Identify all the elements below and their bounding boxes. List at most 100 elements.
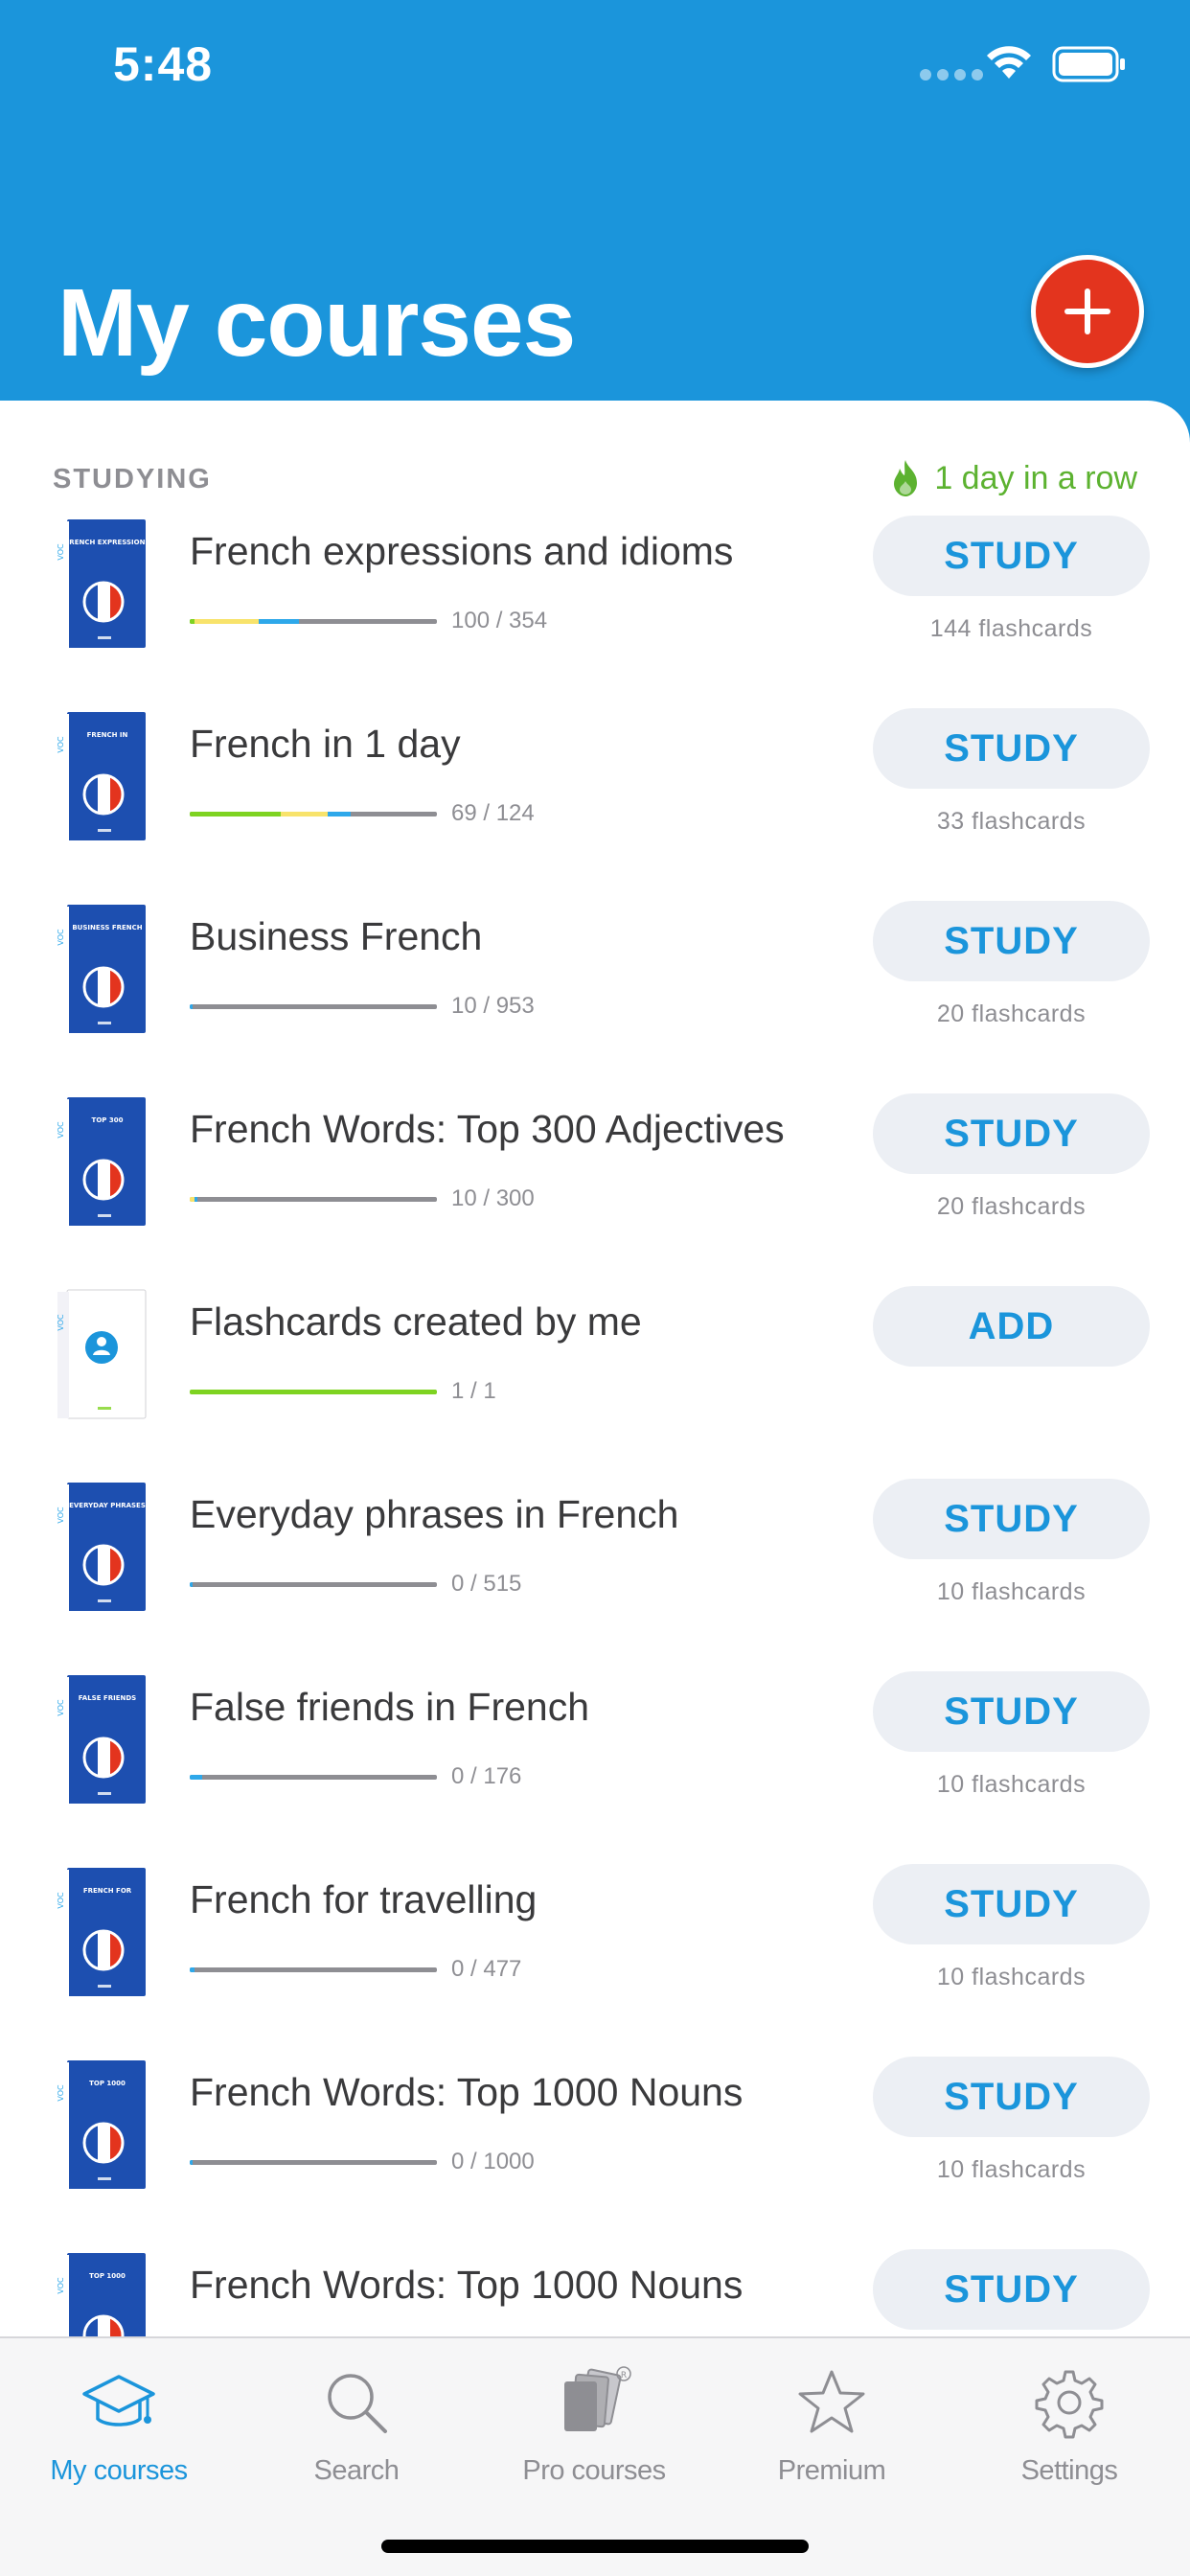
- progress-new-segment: [190, 1967, 195, 1972]
- progress-bar: [190, 1775, 437, 1780]
- book-caption: EVERYDAY PHRASES: [69, 1502, 146, 1509]
- flashcards-count: 20 flashcards: [936, 1000, 1087, 1027]
- book-caption: FRENCH IN: [87, 731, 128, 739]
- progress-count: 10 / 300: [451, 1185, 535, 1211]
- tab-pro-courses[interactable]: R Pro courses: [475, 2338, 713, 2501]
- add-flashcard-button[interactable]: ADD: [873, 1286, 1150, 1367]
- progress-count: 0 / 176: [451, 1763, 522, 1789]
- progress-count: 10 / 953: [451, 993, 535, 1019]
- tab-settings[interactable]: Settings: [950, 2338, 1188, 2501]
- flashcards-count: 33 flashcards: [936, 808, 1087, 835]
- star-icon: [798, 2370, 865, 2433]
- course-cover-image: VOC TOP 1000: [57, 2060, 146, 2189]
- progress-reviewing-segment: [281, 812, 329, 816]
- course-title: French expressions and idioms: [190, 529, 734, 573]
- progress-count: 100 / 354: [451, 608, 548, 633]
- flashcards-count: 144 flashcards: [929, 615, 1093, 642]
- progress-bar: [190, 1390, 437, 1394]
- course-row[interactable]: VOC Flashcards created by me 1 / 1 ADD: [0, 1278, 1190, 1471]
- tab-label: My courses: [50, 2455, 188, 2486]
- cellular-signal-icon: [920, 69, 983, 80]
- tab-search[interactable]: Search: [238, 2338, 475, 2501]
- course-title: French in 1 day: [190, 722, 461, 766]
- study-button[interactable]: STUDY: [873, 1479, 1150, 1559]
- course-row[interactable]: VOC EVERYDAY PHRASES Everyday phrases in…: [0, 1471, 1190, 1664]
- progress-count: 0 / 1000: [451, 2149, 535, 2174]
- streak-indicator: 1 day in a row: [890, 458, 1137, 498]
- tab-label: Premium: [777, 2455, 886, 2486]
- progress-bar: [190, 1197, 437, 1202]
- course-cover-image: VOC EVERYDAY PHRASES: [57, 1483, 146, 1611]
- svg-text:VOC: VOC: [57, 1892, 65, 1909]
- progress-new-segment: [190, 2160, 193, 2165]
- progress-bar: [190, 619, 437, 624]
- flashcards-count: 10 flashcards: [936, 1578, 1087, 1605]
- progress-learned-segment: [190, 812, 282, 816]
- progress-bar: [190, 812, 437, 816]
- course-cover-image: VOC TOP 300: [57, 1097, 146, 1226]
- course-row[interactable]: VOC FRENCH EXPRESSIONS French expression…: [0, 508, 1190, 701]
- book-caption: FRENCH EXPRESSIONS: [65, 539, 148, 546]
- course-cover-image: VOC: [57, 1289, 147, 1419]
- tab-premium[interactable]: Premium: [713, 2338, 950, 2501]
- course-title: Business French: [190, 914, 483, 958]
- study-button[interactable]: STUDY: [873, 2249, 1150, 2330]
- progress-bar: [190, 1582, 437, 1587]
- graduation-cap-icon: [82, 2375, 155, 2426]
- progress-new-segment: [190, 1775, 202, 1780]
- study-button[interactable]: STUDY: [873, 1671, 1150, 1752]
- study-button[interactable]: STUDY: [873, 1864, 1150, 1944]
- course-title: French Words: Top 1000 Nouns: [190, 2263, 744, 2307]
- flashcards-count: 10 flashcards: [936, 1771, 1087, 1798]
- progress-bar: [190, 2160, 437, 2165]
- study-button[interactable]: STUDY: [873, 1093, 1150, 1174]
- study-button[interactable]: STUDY: [873, 708, 1150, 789]
- home-indicator: [381, 2540, 809, 2553]
- book-caption: TOP 300: [92, 1116, 124, 1124]
- course-cover-image: VOC TOP 1000: [57, 2253, 146, 2336]
- course-cover-image: VOC FRENCH FOR: [57, 1868, 146, 1996]
- progress-new-segment: [190, 1582, 193, 1587]
- course-row[interactable]: VOC FRENCH FOR French for travelling 0 /…: [0, 1856, 1190, 2049]
- svg-text:R: R: [621, 2371, 627, 2380]
- tab-my-courses[interactable]: My courses: [0, 2338, 238, 2501]
- tab-label: Pro courses: [522, 2455, 666, 2486]
- flashcards-count: 10 flashcards: [936, 2156, 1087, 2183]
- svg-text:VOC: VOC: [57, 1121, 65, 1138]
- study-button[interactable]: STUDY: [873, 516, 1150, 596]
- course-row[interactable]: VOC TOP 1000 French Words: Top 1000 Noun…: [0, 2049, 1190, 2242]
- svg-text:VOC: VOC: [57, 2277, 65, 2294]
- progress-reviewing-segment: [195, 619, 260, 624]
- streak-text: 1 day in a row: [934, 459, 1137, 496]
- course-row[interactable]: VOC BUSINESS FRENCH Business French 10 /…: [0, 893, 1190, 1086]
- search-icon: [328, 2374, 387, 2433]
- progress-bar: [190, 1004, 437, 1009]
- study-button[interactable]: STUDY: [873, 2057, 1150, 2137]
- course-row[interactable]: VOC TOP 300 French Words: Top 300 Adject…: [0, 1086, 1190, 1278]
- book-caption: TOP 1000: [89, 2272, 126, 2280]
- course-row[interactable]: VOC FRENCH IN French in 1 day 69 / 124 S…: [0, 701, 1190, 893]
- course-cover-image: VOC FRENCH EXPRESSIONS: [57, 519, 148, 648]
- book-caption: FRENCH FOR: [83, 1887, 132, 1895]
- add-course-button[interactable]: [1031, 255, 1144, 368]
- progress-new-segment: [328, 812, 351, 816]
- status-time: 5:48: [113, 37, 214, 91]
- course-title: Flashcards created by me: [190, 1300, 642, 1344]
- course-list-panel: STUDYING 1 day in a row VOC FRENCH EXPRE…: [0, 401, 1190, 2336]
- progress-count: 69 / 124: [451, 800, 535, 826]
- progress-new-segment: [195, 1197, 197, 1202]
- course-title: French Words: Top 1000 Nouns: [190, 2070, 744, 2114]
- course-cover-image: VOC FRENCH IN: [57, 712, 146, 840]
- course-title: Everyday phrases in French: [190, 1492, 679, 1536]
- progress-new-segment: [190, 1004, 193, 1009]
- progress-count: 0 / 515: [451, 1571, 522, 1597]
- course-row[interactable]: VOC TOP 1000 French Words: Top 1000 Noun…: [0, 2242, 1190, 2336]
- course-cover-image: VOC FALSE FRIENDS: [57, 1675, 146, 1804]
- page-title: My courses: [57, 269, 576, 377]
- study-button[interactable]: STUDY: [873, 901, 1150, 981]
- progress-count: 0 / 477: [451, 1956, 522, 1982]
- book-caption: FALSE FRIENDS: [79, 1694, 136, 1702]
- course-cover-image: VOC BUSINESS FRENCH: [57, 905, 146, 1033]
- course-row[interactable]: VOC FALSE FRIENDS False friends in Frenc…: [0, 1664, 1190, 1856]
- section-label: STUDYING: [53, 464, 212, 494]
